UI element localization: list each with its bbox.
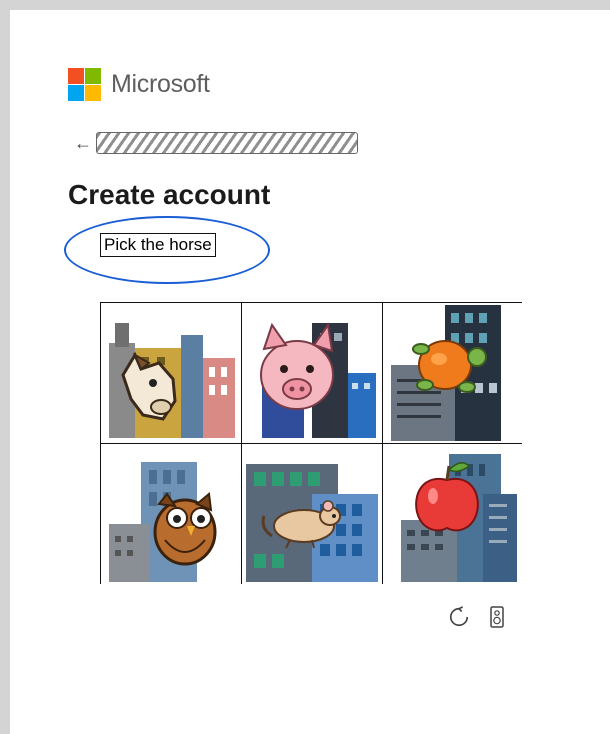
apple-image xyxy=(401,454,517,582)
logo-blue-square xyxy=(68,85,84,101)
captcha-tile-apple[interactable] xyxy=(383,444,523,584)
back-arrow-icon[interactable]: ← xyxy=(74,134,96,152)
refresh-icon[interactable] xyxy=(448,606,470,628)
page-title: Create account xyxy=(68,179,271,210)
window-frame-top xyxy=(0,0,610,10)
captcha-tile-rat[interactable] xyxy=(242,444,382,584)
microsoft-logo-icon xyxy=(68,68,101,101)
rat-image xyxy=(246,464,378,582)
window-frame-left xyxy=(0,0,10,734)
captcha-image-grid xyxy=(100,302,523,584)
captcha-prompt: Pick the horse xyxy=(100,233,216,257)
turtle-image xyxy=(391,305,501,441)
logo-yellow-square xyxy=(85,85,101,101)
captcha-tile-owl[interactable] xyxy=(101,444,241,584)
speaker-icon[interactable] xyxy=(490,606,504,628)
captcha-tile-pig[interactable] xyxy=(242,303,382,443)
redacted-email xyxy=(96,132,358,154)
logo-green-square xyxy=(85,68,101,84)
brand-name: Microsoft xyxy=(111,70,210,98)
owl-image xyxy=(109,462,217,582)
microsoft-logo: Microsoft xyxy=(68,68,210,101)
logo-red-square xyxy=(68,68,84,84)
identity-row: ← xyxy=(74,130,358,156)
captcha-tile-horse[interactable] xyxy=(101,303,241,443)
captcha-tile-turtle[interactable] xyxy=(383,303,523,443)
pig-image xyxy=(260,322,376,438)
captcha-prompt-area: Pick the horse xyxy=(64,216,270,284)
captcha-controls xyxy=(448,606,504,628)
horse-image xyxy=(109,323,235,438)
